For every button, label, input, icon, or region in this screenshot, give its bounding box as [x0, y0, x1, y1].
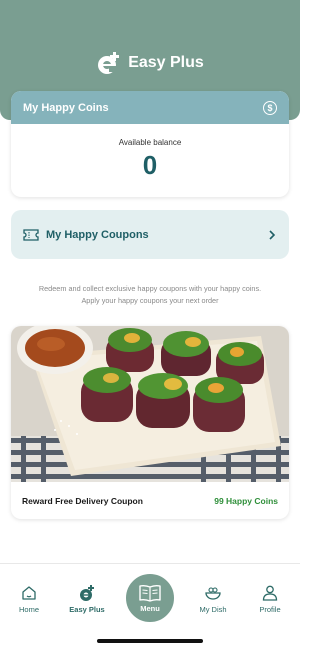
- nav-easy-plus-label: Easy Plus: [69, 605, 105, 614]
- happy-coins-card: My Happy Coins $ Available balance 0: [11, 91, 289, 197]
- coupon-info-text: Redeem and collect exclusive happy coupo…: [20, 283, 280, 307]
- balance-value: 0: [142, 150, 158, 180]
- spring-rolls-image: [11, 326, 289, 482]
- dollar-coin-icon[interactable]: $: [263, 100, 277, 115]
- info-line-1: Redeem and collect exclusive happy coupo…: [38, 284, 262, 293]
- dish-icon: [205, 587, 221, 600]
- nav-easy-plus[interactable]: Easy Plus: [62, 584, 112, 614]
- nav-menu-button[interactable]: Menu: [123, 571, 177, 625]
- home-icon: [22, 586, 36, 600]
- happy-coins-header: My Happy Coins $: [11, 91, 289, 124]
- my-happy-coupons-label: My Happy Coupons: [46, 228, 149, 241]
- nav-profile[interactable]: Profile: [245, 584, 295, 614]
- menu-book-icon: [139, 584, 161, 602]
- info-line-2: Apply your happy coupons your next order: [81, 296, 219, 305]
- chevron-right-icon: [269, 229, 276, 240]
- easy-plus-icon: [80, 585, 94, 601]
- reward-footer: Reward Free Delivery Coupon 99 Happy Coi…: [11, 482, 289, 519]
- nav-home[interactable]: Home: [4, 584, 54, 614]
- reward-coupon-card[interactable]: Reward Free Delivery Coupon 99 Happy Coi…: [11, 326, 289, 519]
- easy-plus-logo-icon: [96, 50, 122, 76]
- balance-label: Available balance: [118, 138, 182, 147]
- nav-profile-label: Profile: [259, 605, 281, 614]
- reward-title: Reward Free Delivery Coupon: [22, 495, 143, 506]
- nav-home-label: Home: [18, 605, 39, 614]
- nav-menu-label: Menu: [140, 603, 160, 613]
- profile-icon: [262, 585, 278, 601]
- nav-my-dish[interactable]: My Dish: [188, 584, 238, 614]
- brand: Easy Plus: [0, 50, 300, 76]
- page-title: Easy Plus: [128, 54, 204, 71]
- home-indicator: [97, 639, 203, 643]
- nav-my-dish-label: My Dish: [199, 605, 227, 614]
- my-happy-coupons-button[interactable]: My Happy Coupons: [11, 210, 289, 259]
- reward-cost: 99 Happy Coins: [214, 495, 278, 506]
- ticket-icon: [23, 228, 39, 241]
- happy-coins-title: My Happy Coins: [23, 101, 109, 114]
